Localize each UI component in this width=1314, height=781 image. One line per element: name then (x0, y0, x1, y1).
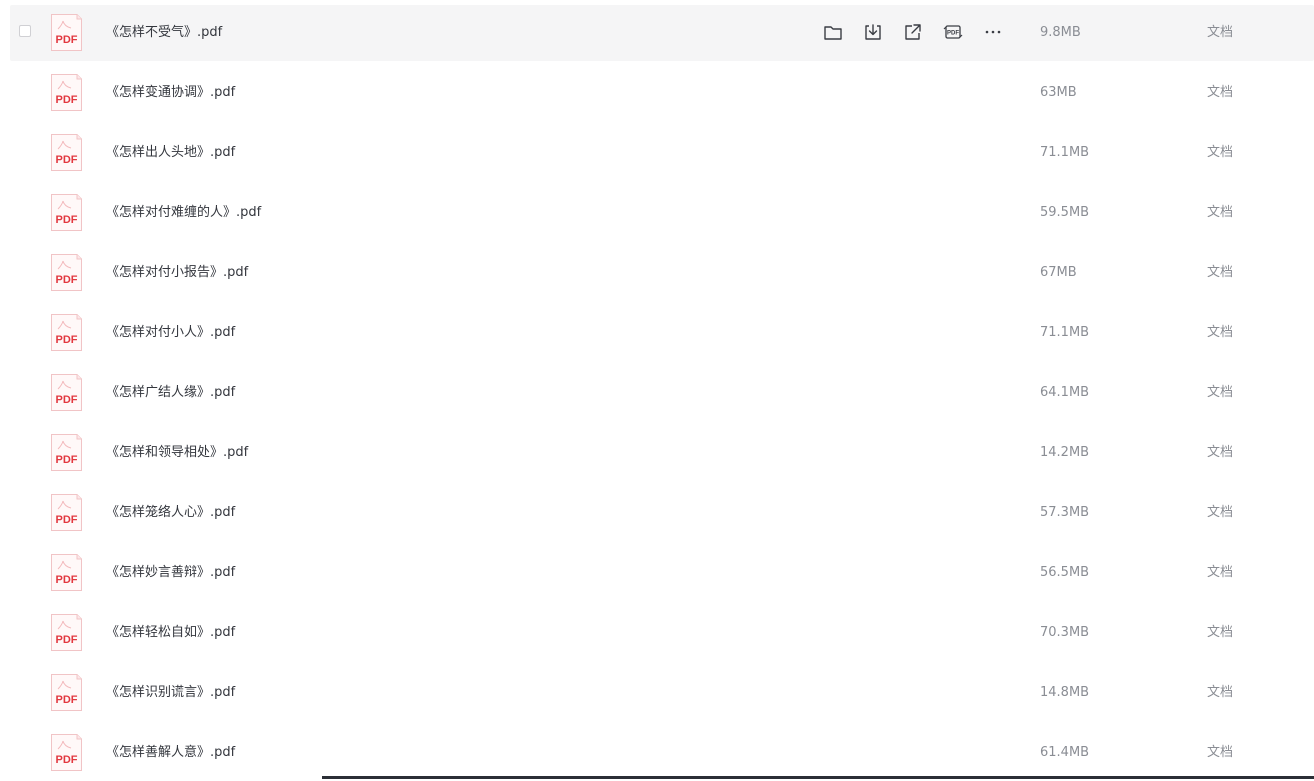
file-size: 14.8MB (1040, 685, 1090, 700)
file-row[interactable]: PDF 《怎样变通协调》.pdf 63MB 文档 (10, 65, 1314, 121)
file-row[interactable]: PDF 《怎样识别谎言》.pdf 14.8MB 文档 (10, 665, 1314, 721)
file-size: 14.2MB (1040, 445, 1090, 460)
pdf-file-icon: PDF (50, 673, 83, 712)
file-name[interactable]: 《怎样变通协调》.pdf (106, 65, 235, 121)
share-icon[interactable] (902, 21, 924, 43)
pdf-icon-label: PDF (56, 754, 78, 766)
file-type: 文档 (1207, 385, 1234, 400)
file-size: 71.1MB (1040, 325, 1090, 340)
file-name[interactable]: 《怎样出人头地》.pdf (106, 125, 235, 181)
pdf-file-icon: PDF (50, 313, 83, 352)
file-type: 文档 (1207, 25, 1234, 40)
file-name[interactable]: 《怎样笼络人心》.pdf (106, 485, 235, 541)
file-size: 64.1MB (1040, 385, 1090, 400)
file-row[interactable]: PDF 《怎样善解人意》.pdf 61.4MB 文档 (10, 725, 1314, 781)
file-row[interactable]: PDF 《怎样轻松自如》.pdf 70.3MB 文档 (10, 605, 1314, 661)
pdf-icon-label: PDF (56, 274, 78, 286)
file-row[interactable]: PDF 《怎样出人头地》.pdf 71.1MB 文档 (10, 125, 1314, 181)
file-type: 文档 (1207, 625, 1234, 640)
pdf-file-icon: PDF (50, 733, 83, 772)
file-name[interactable]: 《怎样和领导相处》.pdf (106, 425, 248, 481)
pdf-file-icon: PDF (50, 433, 83, 472)
pdf-file-icon: PDF (50, 13, 83, 52)
file-type: 文档 (1207, 565, 1234, 580)
file-size: 67MB (1040, 265, 1077, 280)
file-size: 59.5MB (1040, 205, 1090, 220)
pdf-icon-label: PDF (56, 394, 78, 406)
file-type: 文档 (1207, 265, 1234, 280)
file-name[interactable]: 《怎样对付难缠的人》.pdf (106, 185, 261, 241)
pdf-icon-label: PDF (56, 34, 78, 46)
file-row[interactable]: PDF 《怎样不受气》.pdf PDF 9.8MB 文档 (10, 5, 1314, 61)
file-row[interactable]: PDF 《怎样妙言善辩》.pdf 56.5MB 文档 (10, 545, 1314, 601)
file-type: 文档 (1207, 685, 1234, 700)
pdf-file-icon: PDF (50, 493, 83, 532)
file-name[interactable]: 《怎样轻松自如》.pdf (106, 605, 235, 661)
file-name[interactable]: 《怎样对付小人》.pdf (106, 305, 235, 361)
pdf-file-icon: PDF (50, 193, 83, 232)
pdf-icon-label: PDF (56, 214, 78, 226)
file-row[interactable]: PDF 《怎样广结人缘》.pdf 64.1MB 文档 (10, 365, 1314, 421)
file-size: 56.5MB (1040, 565, 1090, 580)
pdf-icon-label: PDF (56, 154, 78, 166)
file-type: 文档 (1207, 325, 1234, 340)
folder-icon[interactable] (822, 21, 844, 43)
row-checkbox[interactable] (19, 25, 31, 37)
pdf-icon-label: PDF (56, 454, 78, 466)
file-type: 文档 (1207, 205, 1234, 220)
file-name[interactable]: 《怎样识别谎言》.pdf (106, 665, 235, 721)
file-list: PDF 《怎样不受气》.pdf PDF 9.8MB 文档 PDF 《怎样变通协调》.pdf 6… (0, 0, 1314, 779)
file-row[interactable]: PDF 《怎样对付小人》.pdf 71.1MB 文档 (10, 305, 1314, 361)
file-size: 70.3MB (1040, 625, 1090, 640)
file-row[interactable]: PDF 《怎样笼络人心》.pdf 57.3MB 文档 (10, 485, 1314, 541)
file-size: 63MB (1040, 85, 1077, 100)
file-type: 文档 (1207, 85, 1234, 100)
pdf-icon-label: PDF (56, 514, 78, 526)
pdf-icon-label: PDF (56, 694, 78, 706)
pdf-file-icon: PDF (50, 553, 83, 592)
pdf-convert-icon[interactable]: PDF (942, 21, 964, 43)
file-row[interactable]: PDF 《怎样对付难缠的人》.pdf 59.5MB 文档 (10, 185, 1314, 241)
pdf-file-icon: PDF (50, 373, 83, 412)
file-row[interactable]: PDF 《怎样和领导相处》.pdf 14.2MB 文档 (10, 425, 1314, 481)
file-size: 61.4MB (1040, 745, 1090, 760)
pdf-file-icon: PDF (50, 73, 83, 112)
file-name[interactable]: 《怎样妙言善辩》.pdf (106, 545, 235, 601)
file-row[interactable]: PDF 《怎样对付小报告》.pdf 67MB 文档 (10, 245, 1314, 301)
file-type: 文档 (1207, 505, 1234, 520)
svg-text:PDF: PDF (947, 31, 959, 37)
file-name[interactable]: 《怎样善解人意》.pdf (106, 725, 235, 781)
more-icon[interactable] (982, 21, 1004, 43)
pdf-icon-label: PDF (56, 634, 78, 646)
pdf-file-icon: PDF (50, 613, 83, 652)
pdf-icon-label: PDF (56, 334, 78, 346)
file-size: 9.8MB (1040, 25, 1081, 40)
file-name[interactable]: 《怎样广结人缘》.pdf (106, 365, 235, 421)
pdf-file-icon: PDF (50, 253, 83, 292)
file-type: 文档 (1207, 145, 1234, 160)
pdf-icon-label: PDF (56, 574, 78, 586)
file-size: 57.3MB (1040, 505, 1090, 520)
download-icon[interactable] (862, 21, 884, 43)
file-size: 71.1MB (1040, 145, 1090, 160)
pdf-icon-label: PDF (56, 94, 78, 106)
file-name[interactable]: 《怎样不受气》.pdf (106, 5, 222, 61)
file-type: 文档 (1207, 745, 1234, 760)
file-type: 文档 (1207, 445, 1234, 460)
pdf-file-icon: PDF (50, 133, 83, 172)
file-name[interactable]: 《怎样对付小报告》.pdf (106, 245, 248, 301)
